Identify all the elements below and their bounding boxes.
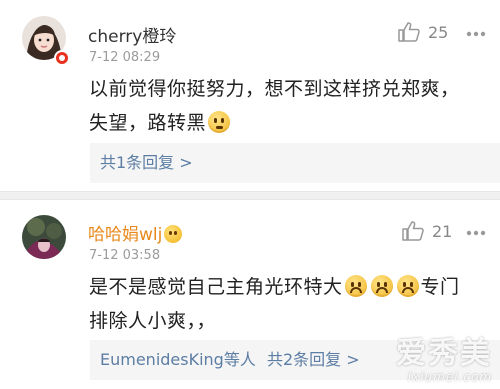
divider — [0, 191, 500, 200]
crying-emoji-icon — [344, 275, 367, 297]
comment-line-text: 是不是感觉自己主角光环特大 — [89, 276, 343, 298]
comment-text: 是不是感觉自己主角光环特大 专门 排除人小爽，， — [89, 270, 494, 338]
more-options-icon[interactable] — [466, 230, 486, 236]
comment-line: 是不是感觉自己主角光环特大 专门 — [89, 270, 494, 304]
like-count: 25 — [428, 22, 449, 42]
replies-box[interactable]: 共1条回复 > — [90, 143, 500, 183]
comment-time: 7-12 08:29 — [89, 50, 161, 65]
comment-1: cherry橙玲 7-12 08:29 25 以前觉得你挺努力，想不到这样挤兑郑… — [0, 0, 500, 191]
comment-line-text: 失望，路转黑 — [89, 112, 207, 134]
like-button[interactable]: 25 — [398, 22, 448, 42]
comment-line: 排除人小爽，， — [89, 310, 217, 332]
thumbs-up-icon — [402, 221, 424, 241]
watermark-text: 爱秀美 — [396, 336, 492, 371]
replier-names[interactable]: EumenidesKing等人 — [100, 350, 256, 369]
like-button[interactable]: 21 — [402, 221, 452, 241]
username[interactable]: cherry橙玲 — [88, 22, 176, 47]
heart-eyes-emoji-icon — [164, 225, 183, 243]
username[interactable]: 哈哈娟wlj — [88, 220, 183, 245]
view-replies-link[interactable]: 共1条回复 > — [100, 153, 193, 172]
watermark-url: ixiumei.com — [407, 370, 492, 384]
view-replies-link[interactable]: 共2条回复 > — [267, 350, 360, 369]
watermark: 爱秀美 ixiumei.com — [396, 336, 492, 384]
comment-time: 7-12 03:58 — [89, 248, 161, 263]
like-count: 21 — [432, 221, 453, 241]
username-text: 哈哈娟wlj — [88, 225, 163, 245]
more-options-icon[interactable] — [466, 31, 486, 37]
thinking-emoji-icon — [208, 111, 231, 133]
crying-emoji-icon — [370, 275, 393, 297]
comment-line: 以前觉得你挺努力，想不到这样挤兑郑爽， — [89, 78, 460, 100]
crying-emoji-icon — [396, 275, 419, 297]
comment-text: 以前觉得你挺努力，想不到这样挤兑郑爽， 失望，路转黑 — [89, 72, 489, 140]
thumbs-up-icon — [398, 22, 420, 42]
avatar[interactable] — [22, 215, 66, 259]
comment-line: 失望，路转黑 — [89, 106, 489, 140]
comment-line-text: 专门 — [420, 276, 460, 298]
verified-badge-icon — [54, 50, 70, 66]
